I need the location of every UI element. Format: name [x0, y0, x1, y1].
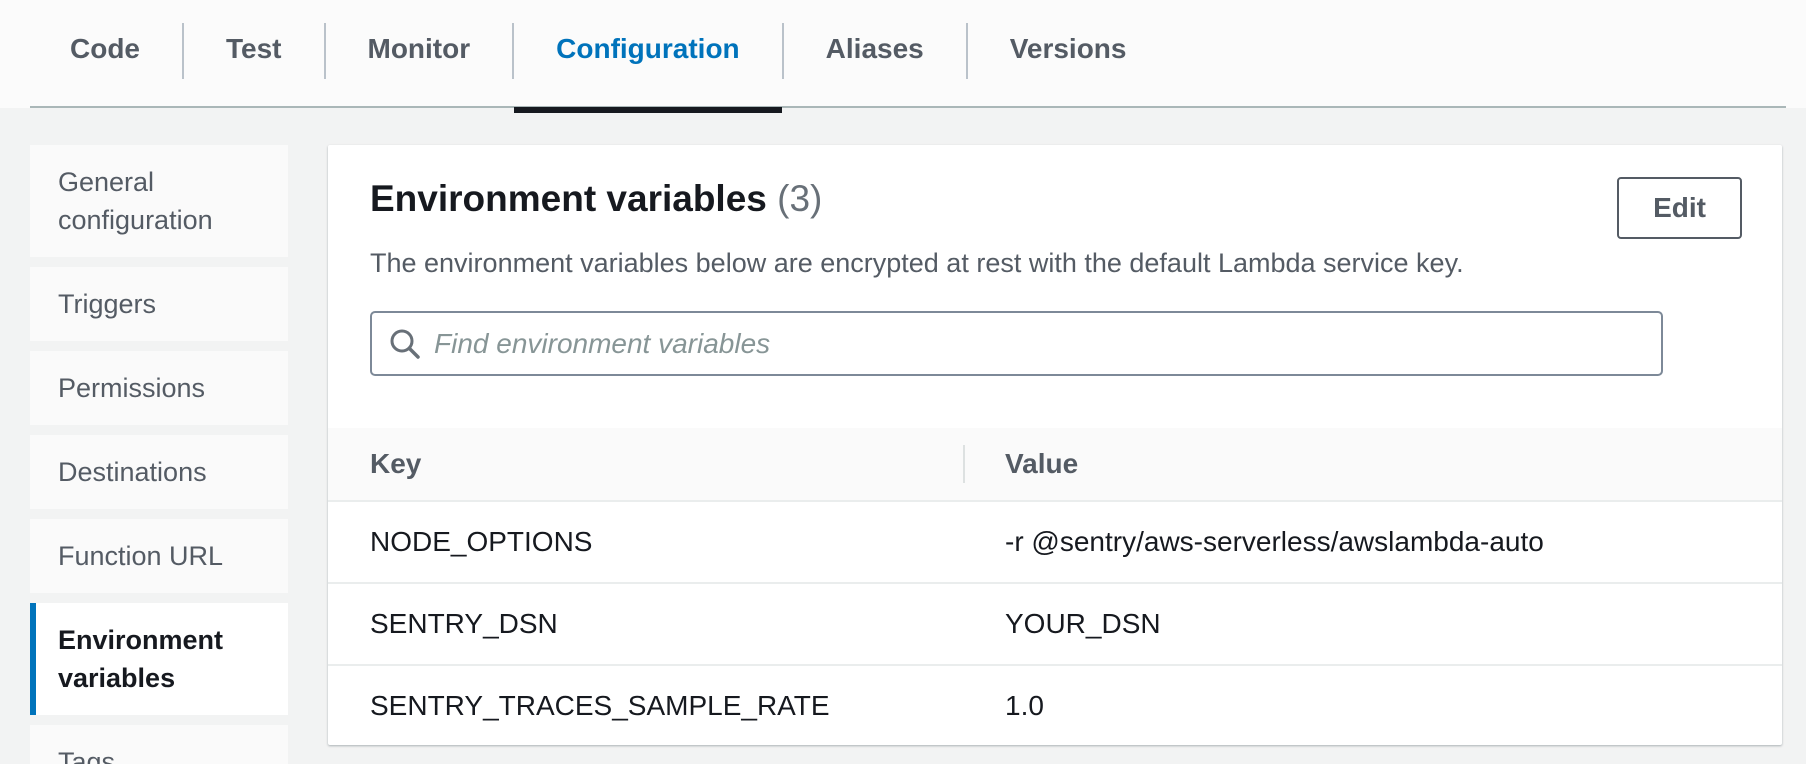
sidebar-item-environment-variables[interactable]: Environment variables: [30, 603, 288, 715]
configuration-sidebar: General configuration Triggers Permissio…: [30, 145, 288, 764]
panel-description: The environment variables below are encr…: [370, 245, 1740, 281]
function-tabs: Code Test Monitor Configuration Aliases …: [0, 0, 1806, 108]
sidebar-item-function-url[interactable]: Function URL: [30, 519, 288, 593]
table-header-row: Key Value: [328, 428, 1782, 502]
tab-test[interactable]: Test: [184, 0, 324, 113]
sidebar-item-tags[interactable]: Tags: [30, 725, 288, 764]
table-row: SENTRY_TRACES_SAMPLE_RATE 1.0: [328, 666, 1782, 746]
tab-versions[interactable]: Versions: [968, 0, 1169, 113]
env-var-value: 1.0: [963, 690, 1782, 722]
env-var-key: SENTRY_DSN: [328, 608, 963, 640]
sidebar-item-destinations[interactable]: Destinations: [30, 435, 288, 509]
environment-variables-table: Key Value NODE_OPTIONS -r @sentry/aws-se…: [328, 428, 1782, 746]
panel-header: Environment variables (3) Edit The envir…: [328, 145, 1782, 281]
sidebar-item-general-configuration[interactable]: General configuration: [30, 145, 288, 257]
search-icon: [388, 327, 422, 361]
env-var-value: -r @sentry/aws-serverless/awslambda-auto: [963, 526, 1782, 558]
environment-variables-panel: Environment variables (3) Edit The envir…: [328, 145, 1782, 745]
search-input[interactable]: [370, 311, 1663, 376]
tab-code[interactable]: Code: [28, 0, 182, 113]
page-title: Environment variables (3): [370, 175, 1740, 223]
column-header-key: Key: [328, 448, 963, 480]
lambda-configuration-page: Code Test Monitor Configuration Aliases …: [0, 0, 1806, 764]
edit-button[interactable]: Edit: [1617, 177, 1742, 239]
env-var-value: YOUR_DSN: [963, 608, 1782, 640]
panel-title-text: Environment variables: [370, 178, 767, 219]
item-count-badge: (3): [777, 178, 822, 219]
tab-aliases[interactable]: Aliases: [784, 0, 966, 113]
env-var-key: SENTRY_TRACES_SAMPLE_RATE: [328, 690, 963, 722]
tab-configuration[interactable]: Configuration: [514, 0, 782, 113]
env-var-key: NODE_OPTIONS: [328, 526, 963, 558]
sidebar-item-permissions[interactable]: Permissions: [30, 351, 288, 425]
function-tab-strip: Code Test Monitor Configuration Aliases …: [0, 0, 1806, 108]
filter-bar: [370, 311, 1663, 376]
column-header-value: Value: [963, 448, 1782, 480]
sidebar-item-triggers[interactable]: Triggers: [30, 267, 288, 341]
table-row: NODE_OPTIONS -r @sentry/aws-serverless/a…: [328, 502, 1782, 584]
table-row: SENTRY_DSN YOUR_DSN: [328, 584, 1782, 666]
tab-monitor[interactable]: Monitor: [326, 0, 513, 113]
